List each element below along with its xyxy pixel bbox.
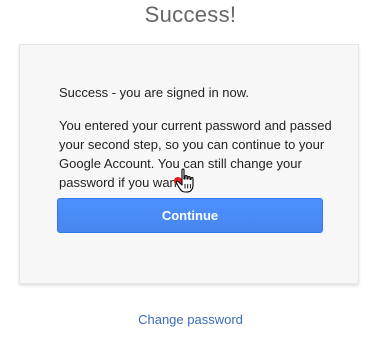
success-message: Success - you are signed in now. (59, 85, 250, 100)
success-card: Success - you are signed in now. You ent… (19, 44, 359, 284)
continue-button[interactable]: Continue (57, 198, 323, 233)
continue-button-label: Continue (161, 208, 219, 223)
page-title: Success! (144, 2, 237, 27)
page: Success! Success - you are signed in now… (0, 0, 381, 354)
hand-pointer-icon (175, 168, 194, 193)
info-paragraph: You entered your current password and pa… (59, 118, 332, 190)
change-password-link[interactable]: Change password (0, 312, 381, 327)
